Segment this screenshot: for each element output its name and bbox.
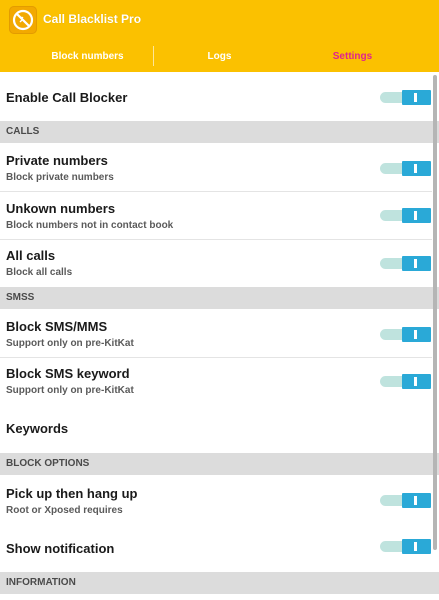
show-notification-title: Show notification bbox=[6, 541, 115, 556]
private-numbers-row[interactable]: Private numbers Block private numbers bbox=[0, 143, 432, 191]
all-calls-title: All calls bbox=[6, 248, 56, 263]
block-sms-keyword-title: Block SMS keyword bbox=[6, 366, 130, 381]
enable-call-blocker-title: Enable Call Blocker bbox=[6, 90, 128, 105]
private-numbers-title: Private numbers bbox=[6, 153, 108, 168]
block-sms-toggle[interactable] bbox=[380, 327, 431, 342]
tab-logs[interactable]: Logs bbox=[152, 50, 287, 64]
private-numbers-toggle[interactable] bbox=[380, 161, 431, 176]
pick-up-hang-up-toggle[interactable] bbox=[380, 493, 431, 508]
tab-block-numbers[interactable]: Block numbers bbox=[20, 50, 155, 64]
unknown-numbers-title: Unkown numbers bbox=[6, 201, 116, 216]
block-sms-row[interactable]: Block SMS/MMS Support only on pre-KitKat bbox=[0, 309, 432, 357]
block-sms-keyword-row[interactable]: Block SMS keyword Support only on pre-Ki… bbox=[0, 358, 432, 405]
pick-up-hang-up-row[interactable]: Pick up then hang up Root or Xposed requ… bbox=[0, 475, 432, 523]
pick-up-hang-up-subtitle: Root or Xposed requires bbox=[6, 505, 123, 516]
tab-settings[interactable]: Settings bbox=[285, 50, 420, 64]
section-information-label: INFORMATION bbox=[6, 577, 76, 588]
app-bar: Call Blacklist Pro Block numbers Logs Se… bbox=[0, 0, 439, 72]
unknown-numbers-toggle[interactable] bbox=[380, 208, 431, 223]
all-calls-subtitle: Block all calls bbox=[6, 267, 73, 278]
private-numbers-subtitle: Block private numbers bbox=[6, 172, 114, 183]
all-calls-toggle[interactable] bbox=[380, 256, 431, 271]
unknown-numbers-subtitle: Block numbers not in contact book bbox=[6, 220, 174, 231]
app-title: Call Blacklist Pro bbox=[43, 12, 142, 26]
show-notification-toggle[interactable] bbox=[380, 539, 431, 554]
block-sms-keyword-subtitle: Support only on pre-KitKat bbox=[6, 385, 134, 396]
section-block-options-header: BLOCK OPTIONS bbox=[0, 453, 439, 475]
scrollbar[interactable] bbox=[433, 75, 437, 550]
section-information-header: INFORMATION bbox=[0, 572, 439, 594]
block-sms-subtitle: Support only on pre-KitKat bbox=[6, 338, 134, 349]
enable-call-blocker-row[interactable]: Enable Call Blocker bbox=[0, 74, 432, 121]
keywords-row[interactable]: Keywords bbox=[0, 405, 432, 453]
section-smss-label: SMSS bbox=[6, 292, 35, 303]
block-sms-keyword-toggle[interactable] bbox=[380, 374, 431, 389]
section-smss-header: SMSS bbox=[0, 287, 439, 309]
section-calls-label: CALLS bbox=[6, 126, 40, 137]
unknown-numbers-row[interactable]: Unkown numbers Block numbers not in cont… bbox=[0, 192, 432, 239]
block-call-icon bbox=[9, 6, 37, 34]
all-calls-row[interactable]: All calls Block all calls bbox=[0, 240, 432, 287]
keywords-title: Keywords bbox=[6, 421, 69, 436]
section-block-options-label: BLOCK OPTIONS bbox=[6, 458, 90, 469]
enable-call-blocker-toggle[interactable] bbox=[380, 90, 431, 105]
block-sms-title: Block SMS/MMS bbox=[6, 319, 108, 334]
show-notification-row[interactable]: Show notification bbox=[0, 523, 432, 572]
pick-up-hang-up-title: Pick up then hang up bbox=[6, 486, 138, 501]
section-calls-header: CALLS bbox=[0, 121, 439, 143]
